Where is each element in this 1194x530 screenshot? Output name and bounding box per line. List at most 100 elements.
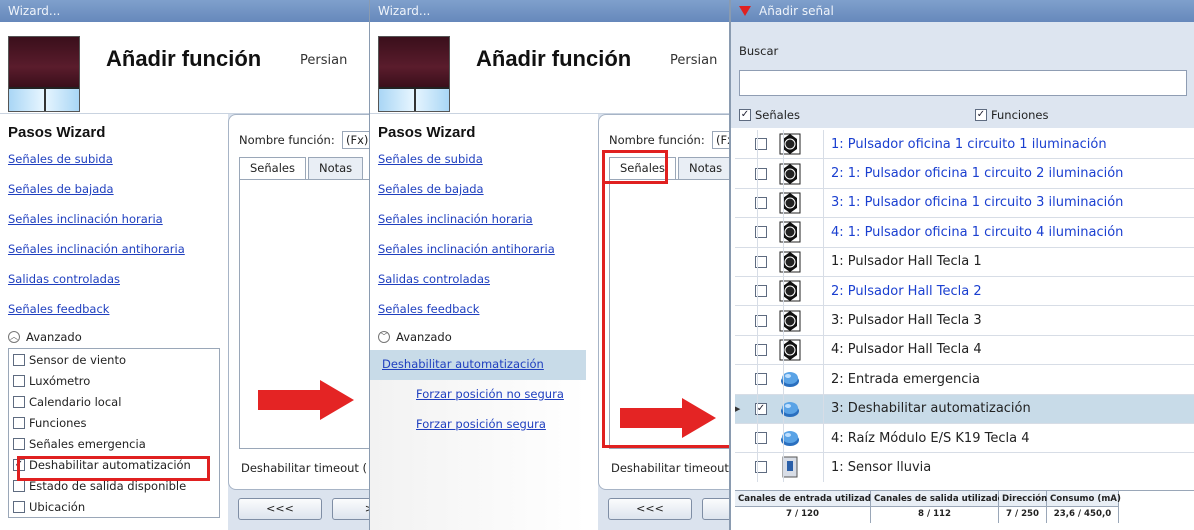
step-link-fall[interactable]: Señales de bajada (378, 182, 484, 196)
arrow-right-icon (258, 380, 354, 420)
step-link-feedback[interactable]: Señales feedback (8, 302, 109, 316)
option-location[interactable]: Ubicación (9, 496, 219, 517)
signal-row-label: 1: Sensor lluvia (831, 459, 932, 475)
checkbox[interactable] (13, 353, 25, 366)
signal-row-label: 3: Deshabilitar automatización (831, 401, 1031, 417)
signal-row-label: 2: Entrada emergencia (831, 371, 980, 387)
dialog-title: Añadir señal (731, 0, 1194, 22)
step-link-outputs[interactable]: Salidas controladas (378, 272, 490, 286)
next-button[interactable]: >> (702, 498, 729, 520)
signal-row[interactable]: 2: 1: Pulsador oficina 1 circuito 2 ilum… (735, 159, 1194, 189)
checkbox[interactable] (13, 500, 25, 513)
window-title: Wizard... (0, 0, 369, 22)
signal-row[interactable]: 4: 1: Pulsador oficina 1 circuito 4 ilum… (735, 218, 1194, 248)
checkbox[interactable] (13, 437, 25, 450)
address-value: 7 / 250 (1005, 509, 1040, 519)
blind-icon (378, 36, 450, 112)
output-channels-value: 8 / 112 (917, 509, 952, 519)
option-emergency[interactable]: Señales emergencia (9, 433, 219, 454)
tab-notes[interactable]: Notas (677, 157, 729, 179)
row-selector-icon: ▶ (735, 404, 741, 413)
step-link-rise[interactable]: Señales de subida (378, 152, 483, 166)
signal-row-label: 2: 1: Pulsador oficina 1 circuito 2 ilum… (831, 166, 1124, 182)
step-link-force-unsafe[interactable]: Forzar posición no segura (416, 387, 564, 401)
page-title: Añadir función (106, 46, 262, 71)
checkbox-checked[interactable]: ✓ (13, 458, 25, 471)
search-input[interactable] (739, 70, 1187, 96)
advanced-options-list: Sensor de viento Luxómetro Calendario lo… (8, 348, 220, 518)
dialog-logo-icon (739, 6, 751, 16)
page-subtitle: Persian (300, 53, 348, 68)
tab-signals[interactable]: Señales (609, 157, 676, 180)
step-link-force-safe[interactable]: Forzar posición segura (416, 417, 546, 431)
function-area: Nombre función: (Fx) Señales Notas Desha… (598, 114, 729, 530)
step-link-rise[interactable]: Señales de subida (8, 152, 113, 166)
page-title: Añadir función (476, 46, 632, 71)
signal-row[interactable]: 1: Pulsador oficina 1 circuito 1 ilumina… (735, 130, 1194, 160)
tab-bar: Señales Notas (239, 157, 365, 180)
input-channels-value: 7 / 120 (785, 509, 820, 519)
page-subtitle: Persian (670, 53, 718, 68)
step-link-tilt-cw[interactable]: Señales inclinación horaria (8, 212, 163, 226)
signal-row[interactable]: 3: Pulsador Hall Tecla 3 (735, 306, 1194, 336)
checkbox[interactable] (13, 479, 25, 492)
step-link-fall[interactable]: Señales de bajada (8, 182, 114, 196)
next-button[interactable]: >> (332, 498, 369, 520)
signal-row[interactable]: 4: Raíz Módulo E/S K19 Tecla 4 (735, 424, 1194, 454)
back-button[interactable]: <<< (608, 498, 692, 520)
window-title: Wizard... (370, 0, 729, 22)
signal-row[interactable]: ▶ ✓ 3: Deshabilitar automatización (735, 394, 1194, 424)
signal-row[interactable]: 3: 1: Pulsador oficina 1 circuito 3 ilum… (735, 189, 1194, 219)
steps-title: Pasos Wizard (378, 124, 476, 141)
advanced-toggle[interactable]: ﹀ Avanzado (378, 330, 452, 344)
step-link-tilt-ccw[interactable]: Señales inclinación antihoraria (8, 242, 185, 256)
checkbox-checked[interactable]: ✓ (975, 109, 987, 121)
advanced-label: Avanzado (26, 330, 82, 344)
advanced-label: Avanzado (396, 330, 452, 344)
option-local-calendar[interactable]: Calendario local (9, 391, 219, 412)
wizard-steps: Pasos Wizard Señales de subida Señales d… (0, 114, 222, 530)
signal-row[interactable]: 2: Entrada emergencia (735, 365, 1194, 395)
signal-row-label: 3: Pulsador Hall Tecla 3 (831, 313, 982, 329)
wizard-header: Añadir función Persian (370, 22, 729, 114)
wizard-panel-1: Wizard... Añadir función Persian Pasos W… (0, 0, 370, 530)
option-disable-automation[interactable]: ✓ Deshabilitar automatización (9, 454, 219, 475)
advanced-toggle[interactable]: ︿ Avanzado (8, 330, 82, 344)
chevron-up-icon: ︿ (8, 331, 20, 343)
option-functions[interactable]: Funciones (9, 412, 219, 433)
option-wind-sensor[interactable]: Sensor de viento (9, 349, 219, 370)
checkbox[interactable] (13, 395, 25, 408)
step-link-outputs[interactable]: Salidas controladas (8, 272, 120, 286)
arrow-right-icon (620, 398, 716, 438)
checkbox[interactable] (13, 374, 25, 387)
step-link-disable-automation[interactable]: Deshabilitar automatización (382, 357, 544, 371)
signal-row-label: 1: Pulsador Hall Tecla 1 (831, 254, 982, 270)
step-link-tilt-cw[interactable]: Señales inclinación horaria (378, 212, 533, 226)
signal-row-label: 3: 1: Pulsador oficina 1 circuito 3 ilum… (831, 195, 1124, 211)
signal-row[interactable]: 4: Pulsador Hall Tecla 4 (735, 336, 1194, 366)
signal-row[interactable]: 1: Pulsador Hall Tecla 1 (735, 248, 1194, 277)
consumption-value: 23,6 / 450,0 (1053, 509, 1112, 519)
wizard-header: Añadir función Persian (0, 22, 369, 114)
step-link-tilt-ccw[interactable]: Señales inclinación antihoraria (378, 242, 555, 256)
tab-notes[interactable]: Notas (307, 157, 364, 179)
signal-row[interactable]: 2: Pulsador Hall Tecla 2 (735, 277, 1194, 307)
signal-row-label: 4: 1: Pulsador oficina 1 circuito 4 ilum… (831, 224, 1124, 240)
function-area: Nombre función: (Fx) Señales Notas Desha… (228, 114, 369, 530)
signal-row-label: 4: Pulsador Hall Tecla 4 (831, 342, 982, 358)
filter-signals[interactable]: ✓ Señales (739, 108, 800, 122)
option-luxmeter[interactable]: Luxómetro (9, 370, 219, 391)
filter-functions[interactable]: ✓ Funciones (975, 108, 1048, 122)
signal-row[interactable]: 1: Sensor lluvia (735, 453, 1194, 482)
back-button[interactable]: <<< (238, 498, 322, 520)
signal-row-label: 4: Raíz Módulo E/S K19 Tecla 4 (831, 430, 1030, 446)
search-area: Buscar ✓ Señales ✓ Funciones (731, 22, 1194, 128)
checkbox[interactable] (13, 416, 25, 429)
signal-row-label: 2: Pulsador Hall Tecla 2 (831, 283, 982, 299)
checkbox-checked[interactable]: ✓ (739, 109, 751, 121)
step-link-feedback[interactable]: Señales feedback (378, 302, 479, 316)
option-output-status[interactable]: Estado de salida disponible (9, 475, 219, 496)
tab-signals[interactable]: Señales (239, 157, 306, 180)
blind-icon (8, 36, 80, 112)
steps-title: Pasos Wizard (8, 124, 106, 141)
